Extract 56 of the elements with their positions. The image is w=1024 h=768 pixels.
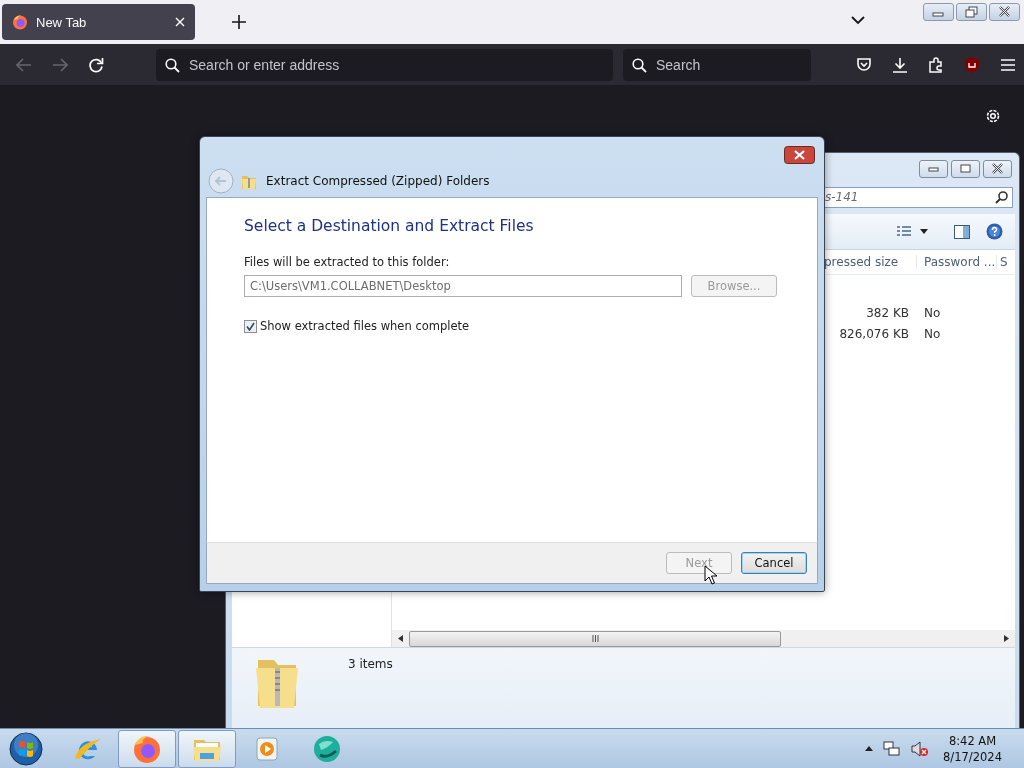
mouse-pointer-icon	[704, 565, 717, 585]
table-cell-text: 382 KB	[865, 305, 910, 320]
speaker-muted-icon[interactable]	[911, 740, 930, 757]
horizontal-scrollbar[interactable]	[392, 630, 1015, 647]
search-field[interactable]: Search	[623, 48, 811, 81]
close-button[interactable]	[983, 159, 1012, 178]
close-button[interactable]	[784, 146, 815, 164]
minimize-button[interactable]	[919, 159, 948, 178]
network-icon[interactable]	[883, 740, 902, 757]
menu-icon[interactable]	[1000, 57, 1016, 72]
taskbar-button[interactable]	[118, 729, 176, 768]
browser-logo-icon	[12, 14, 28, 30]
download-icon[interactable]	[892, 56, 908, 73]
search-icon	[995, 190, 1008, 204]
help-icon[interactable]	[986, 223, 1003, 240]
dialog-heading: Select a Destination and Extract Files	[244, 217, 535, 235]
checkbox[interactable]	[244, 319, 257, 333]
close-icon[interactable]	[175, 17, 185, 27]
table-cell-text: 826,076 KB	[838, 326, 910, 341]
scroll-left-arrow-icon[interactable]	[398, 635, 403, 642]
scroll-right-arrow-icon[interactable]	[1004, 635, 1009, 642]
view-list-icon[interactable]	[896, 225, 912, 238]
preview-pane-icon[interactable]	[954, 224, 970, 239]
minimize-button[interactable]	[923, 3, 954, 21]
shield-badge-icon[interactable]	[964, 56, 980, 73]
close-button[interactable]	[989, 3, 1020, 21]
cancel-button[interactable]: Cancel	[741, 552, 807, 574]
maximize-button[interactable]	[951, 159, 980, 178]
field-label: Files will be extracted to this folder:	[244, 255, 451, 269]
shield-heart-icon[interactable]	[856, 56, 872, 73]
item-count: 3 items	[348, 657, 393, 671]
checkmark-icon	[246, 321, 255, 331]
reload-icon[interactable]	[88, 56, 104, 73]
chevron-down-icon[interactable]	[851, 16, 865, 25]
table-cell-text: No	[923, 305, 942, 320]
column-header[interactable]: Password ...	[917, 255, 997, 269]
dropdown-arrow-icon[interactable]	[920, 229, 928, 234]
clock-time[interactable]: 8:42 AM	[948, 732, 997, 749]
address-field[interactable]: Search or enter address	[156, 48, 613, 81]
checkbox-label: Show extracted files when complete	[260, 319, 470, 333]
table-cell-text: No	[923, 326, 942, 341]
settings-icon[interactable]	[984, 107, 1002, 125]
tab-title: New Tab	[36, 14, 88, 30]
browser-tab[interactable]: New Tab	[2, 4, 195, 40]
puzzle-piece-icon[interactable]	[928, 56, 944, 73]
taskbar-button[interactable]	[178, 729, 236, 768]
search-icon	[632, 57, 647, 73]
up-arrow-icon[interactable]	[865, 746, 874, 751]
clock-date[interactable]: 8/17/2024	[943, 748, 1002, 765]
start-button[interactable]	[8, 730, 44, 767]
column-header[interactable]: S	[997, 255, 1015, 269]
grip-icon	[591, 635, 599, 642]
new-tab-icon[interactable]	[232, 15, 246, 29]
scrollbar-thumb[interactable]	[409, 630, 781, 647]
search-icon	[165, 57, 180, 73]
window-title: Extract Compressed (Zipped) Folders	[266, 174, 490, 188]
